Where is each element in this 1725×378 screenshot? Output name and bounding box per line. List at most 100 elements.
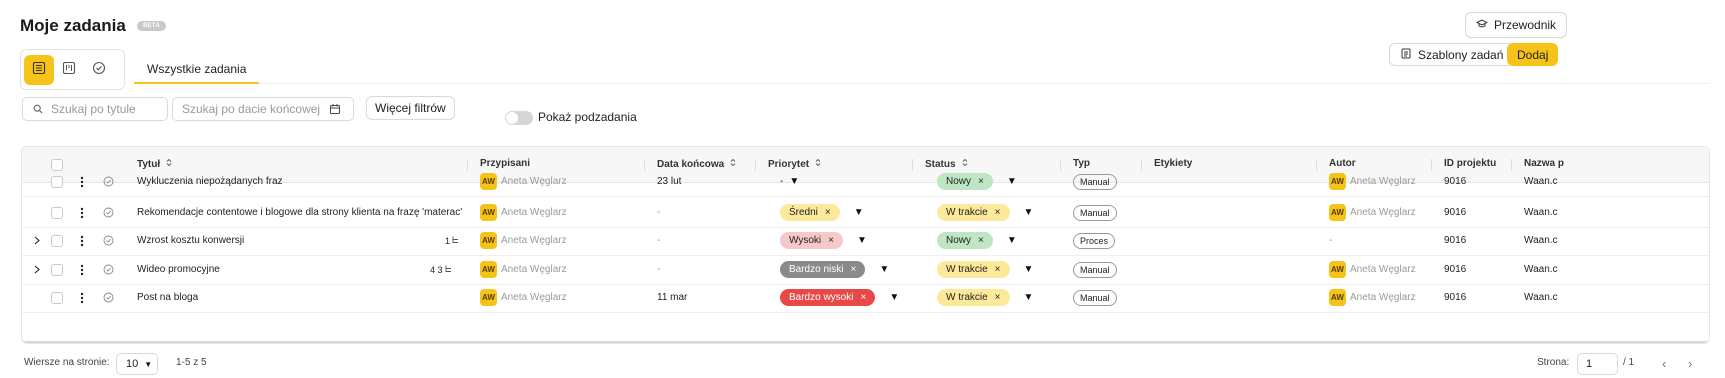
- chevron-down-icon: ▼: [853, 207, 864, 218]
- avatar: AW: [480, 261, 497, 278]
- table-row-content: Wykluczenia niepożądanych fraz AW Aneta W…: [22, 166, 1709, 197]
- chevron-down-icon: ▼: [1023, 207, 1034, 218]
- search-date-input[interactable]: Szukaj po dacie końcowej: [172, 97, 354, 121]
- priority-badge: Wysoki ×: [780, 232, 843, 249]
- priority-badge: Bardzo niski ×: [780, 261, 866, 278]
- search-title-input[interactable]: Szukaj po tytule: [22, 97, 168, 121]
- project-id: 9016: [1444, 264, 1467, 275]
- priority-select[interactable]: Wysoki × ▼: [780, 225, 867, 256]
- chevron-down-icon: ▼: [879, 264, 890, 275]
- remove-icon[interactable]: ×: [828, 235, 834, 246]
- task-templates-button[interactable]: Szablony zadań: [1389, 43, 1515, 66]
- horizontal-scrollbar[interactable]: [22, 341, 1709, 343]
- task-title[interactable]: Wideo promocyjne: [137, 254, 220, 285]
- subtask-count: 1: [445, 225, 459, 256]
- due-date: -: [657, 207, 661, 218]
- list-view-button[interactable]: [24, 55, 54, 85]
- task-title[interactable]: Post na bloga: [137, 282, 198, 313]
- remove-icon[interactable]: ×: [995, 292, 1001, 303]
- chevron-down-icon: ▼: [789, 176, 800, 187]
- status-select[interactable]: Nowy × ▼: [937, 225, 1017, 256]
- type-tag: Manual: [1073, 282, 1117, 313]
- project-id: 9016: [1444, 207, 1467, 218]
- completed-view-button[interactable]: [84, 55, 114, 85]
- due-date: 11 mar: [657, 292, 688, 303]
- prev-page-icon[interactable]: ‹: [1662, 356, 1666, 371]
- more-filters-button[interactable]: Więcej filtrów: [366, 96, 455, 120]
- status-badge: W trakcie ×: [937, 289, 1010, 306]
- assignee: AW Aneta Węglarz: [480, 197, 567, 228]
- remove-icon[interactable]: ×: [850, 264, 856, 275]
- status-select[interactable]: W trakcie × ▼: [937, 197, 1033, 228]
- calendar-icon[interactable]: [329, 103, 341, 118]
- project-name: Waan.c: [1524, 292, 1558, 303]
- priority-select[interactable]: Bardzo wysoki × ▼: [780, 282, 899, 313]
- subtasks-toggle[interactable]: [505, 111, 533, 125]
- table-row-content: Wideo promocyjne 4 3 AW Aneta Węglarz - B…: [22, 254, 1709, 285]
- page-number-input[interactable]: 1: [1577, 353, 1618, 375]
- avatar: AW: [1329, 261, 1346, 278]
- task-title[interactable]: Wykluczenia niepożądanych fraz: [137, 166, 283, 197]
- remove-icon[interactable]: ×: [995, 264, 1001, 275]
- priority-select[interactable]: Średni × ▼: [780, 197, 864, 228]
- avatar: AW: [1329, 204, 1346, 221]
- priority-select[interactable]: Bardzo niski × ▼: [780, 254, 889, 285]
- remove-icon[interactable]: ×: [978, 176, 984, 187]
- rows-per-page-select[interactable]: 10 ▼: [116, 353, 158, 375]
- tab-all-tasks[interactable]: Wszystkie zadania: [134, 56, 260, 84]
- pagination-range: 1-5 z 5: [176, 357, 207, 368]
- add-button[interactable]: Dodaj: [1507, 43, 1559, 66]
- due-date: 23 lut: [657, 176, 682, 187]
- remove-icon[interactable]: ×: [978, 235, 984, 246]
- author: -: [1329, 235, 1333, 246]
- chevron-down-icon: ▼: [144, 359, 153, 369]
- assignee: AW Aneta Węglarz: [480, 254, 567, 285]
- remove-icon[interactable]: ×: [995, 207, 1001, 218]
- board-view-button[interactable]: [54, 55, 84, 85]
- table-row-content: Rekomendacje contentowe i blogowe dla st…: [22, 197, 1709, 228]
- task-title[interactable]: Rekomendacje contentowe i blogowe dla st…: [137, 197, 462, 228]
- assignee: AW Aneta Węglarz: [480, 166, 567, 197]
- subtask-icon: [452, 236, 459, 246]
- search-title-placeholder: Szukaj po tytule: [51, 102, 136, 116]
- page-label: Strona:: [1537, 357, 1570, 368]
- guide-label: Przewodnik: [1494, 18, 1557, 32]
- author: AW Aneta Węglarz: [1329, 254, 1416, 285]
- remove-icon[interactable]: ×: [825, 207, 831, 218]
- priority-badge: Bardzo wysoki ×: [780, 289, 876, 306]
- avatar: AW: [480, 173, 497, 190]
- chevron-down-icon: ▼: [1006, 176, 1017, 187]
- priority-select[interactable]: - ▼: [780, 166, 799, 197]
- project-name: Waan.c: [1524, 264, 1558, 275]
- chevron-down-icon: ▼: [889, 292, 900, 303]
- project-name: Waan.c: [1524, 176, 1558, 187]
- avatar: AW: [480, 204, 497, 221]
- status-select[interactable]: W trakcie × ▼: [937, 254, 1033, 285]
- next-page-icon[interactable]: ›: [1688, 356, 1692, 371]
- author: AW Aneta Węglarz: [1329, 282, 1416, 313]
- chevron-down-icon: ▼: [1006, 235, 1017, 246]
- check-circle-icon: [92, 61, 106, 80]
- type-tag: Manual: [1073, 197, 1117, 228]
- type-tag: Proces: [1073, 225, 1116, 256]
- project-name: Waan.c: [1524, 235, 1558, 246]
- project-id: 9016: [1444, 176, 1467, 187]
- status-select[interactable]: W trakcie × ▼: [937, 282, 1033, 313]
- subtasks-label: Pokaż podzadania: [538, 110, 637, 124]
- status-badge: Nowy ×: [937, 173, 993, 190]
- search-date-placeholder: Szukaj po dacie końcowej: [182, 102, 321, 116]
- page-total: / 1: [1623, 357, 1635, 368]
- author: AW Aneta Węglarz: [1329, 197, 1416, 228]
- priority-badge: Średni ×: [780, 204, 840, 221]
- table-row-content: Wzrost kosztu konwersji 1 AW Aneta Węglar…: [22, 225, 1709, 256]
- assignee: AW Aneta Węglarz: [480, 225, 567, 256]
- status-badge: W trakcie ×: [937, 204, 1010, 221]
- status-select[interactable]: Nowy × ▼: [937, 166, 1017, 197]
- tabs-divider: [134, 83, 1710, 84]
- assignee: AW Aneta Węglarz: [480, 282, 567, 313]
- remove-icon[interactable]: ×: [860, 292, 866, 303]
- guide-button[interactable]: Przewodnik: [1465, 12, 1568, 38]
- kanban-icon: [62, 61, 76, 80]
- task-title[interactable]: Wzrost kosztu konwersji: [137, 225, 244, 256]
- beta-badge: BETA: [137, 21, 167, 31]
